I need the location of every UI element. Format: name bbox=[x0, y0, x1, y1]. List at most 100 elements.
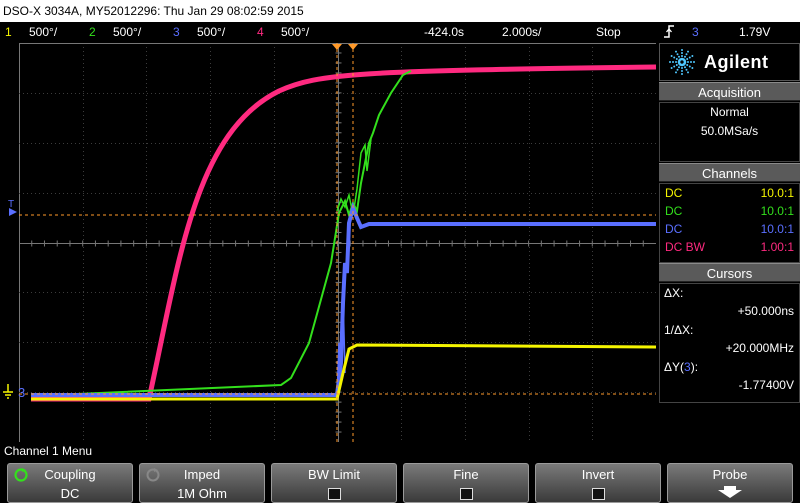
channel-row-2[interactable]: DC 10.0:1 bbox=[660, 202, 799, 220]
spark-dot bbox=[688, 65, 691, 68]
coupling-softkey[interactable]: Coupling DC bbox=[7, 463, 133, 503]
spark-dot bbox=[676, 68, 679, 71]
channel-row-1[interactable]: DC 10.0:1 bbox=[660, 184, 799, 202]
spark-dot bbox=[681, 73, 683, 75]
acquisition-mode: Normal bbox=[710, 105, 749, 119]
window-title: DSO-X 3034A, MY52012296: Thu Jan 29 08:0… bbox=[0, 0, 800, 22]
menu-title: Channel 1 Menu bbox=[0, 443, 800, 460]
ch2-scale[interactable]: 500°/ bbox=[113, 22, 141, 42]
spark-dot bbox=[675, 58, 678, 60]
info-panel: Agilent Acquisition Normal 50.0MSa/s Cha… bbox=[659, 43, 800, 442]
spark-dot bbox=[675, 61, 677, 63]
spark-dot bbox=[693, 61, 695, 63]
softkey-bar: Coupling DC Imped 1M Ohm BW Limit Fine I… bbox=[0, 460, 800, 503]
down-arrow-icon bbox=[668, 485, 792, 502]
invert-checkbox[interactable] bbox=[591, 488, 605, 500]
cursors-header[interactable]: Cursors bbox=[659, 263, 800, 282]
fine-label: Fine bbox=[453, 467, 479, 482]
spark-dot bbox=[681, 49, 683, 51]
acquisition-header[interactable]: Acquisition bbox=[659, 82, 800, 101]
ch1-coupling: DC bbox=[665, 186, 683, 200]
status-bar: 1 500°/ 2 500°/ 3 500°/ 4 500°/ -424.0s … bbox=[0, 22, 800, 42]
coupling-value: DC bbox=[60, 486, 80, 501]
spark-dot bbox=[673, 65, 676, 68]
ch4-probe: 1.00:1 bbox=[760, 240, 794, 254]
fine-checkbox[interactable] bbox=[459, 488, 473, 500]
delta-y-source: 3 bbox=[684, 360, 691, 374]
spark-dot bbox=[683, 59, 686, 62]
ch3-scale[interactable]: 500°/ bbox=[197, 22, 225, 42]
impedance-value: 1M Ohm bbox=[177, 486, 227, 501]
ch4-coupling: DC BW bbox=[665, 240, 705, 254]
ch3-coupling: DC bbox=[665, 222, 683, 236]
trigger-edge-icon bbox=[663, 24, 675, 45]
trigger-source[interactable]: 3 bbox=[692, 22, 699, 42]
ch4-number[interactable]: 4 bbox=[257, 22, 264, 42]
spark-dot bbox=[673, 56, 676, 59]
spark-dot bbox=[675, 50, 677, 53]
spark-dot bbox=[669, 61, 671, 63]
spark-dot bbox=[691, 55, 694, 57]
spark-dot bbox=[690, 61, 692, 63]
spark-dot bbox=[675, 71, 677, 74]
delta-x-label: ΔX: bbox=[664, 286, 684, 300]
delta-y-value: -1.77400V bbox=[738, 378, 794, 392]
spark-dot bbox=[688, 56, 691, 59]
invert-label: Invert bbox=[581, 467, 615, 482]
ch1-probe: 10.0:1 bbox=[760, 186, 794, 200]
ch1-number[interactable]: 1 bbox=[5, 22, 12, 42]
spark-dot bbox=[670, 67, 673, 69]
spark-dot bbox=[676, 53, 679, 56]
spark-dot bbox=[684, 55, 686, 58]
acquisition-section[interactable]: Normal 50.0MSa/s bbox=[659, 102, 800, 162]
spark-dot bbox=[685, 53, 688, 56]
impedance-label: Imped bbox=[183, 467, 221, 482]
spark-dot bbox=[670, 55, 673, 57]
delta-y-label: ΔY(3): bbox=[664, 360, 699, 374]
bw-limit-label: BW Limit bbox=[308, 467, 360, 482]
waveform-display[interactable] bbox=[19, 43, 656, 442]
sample-rate: 50.0MSa/s bbox=[700, 124, 759, 138]
spark-dot bbox=[687, 50, 689, 53]
channels-section[interactable]: DC 10.0:1 DC 10.0:1 DC 10.0:1 DC BW 1.00… bbox=[659, 183, 800, 263]
bw-limit-checkbox[interactable] bbox=[327, 488, 341, 500]
spark-dot bbox=[686, 58, 689, 60]
impedance-softkey[interactable]: Imped 1M Ohm bbox=[139, 463, 265, 503]
trigger-level-arrow bbox=[9, 208, 17, 216]
spark-dot bbox=[687, 71, 689, 74]
inverse-delta-x-label: 1/ΔX: bbox=[664, 323, 694, 337]
ch2-coupling: DC bbox=[665, 204, 683, 218]
channels-header[interactable]: Channels bbox=[659, 163, 800, 182]
ch2-probe: 10.0:1 bbox=[760, 204, 794, 218]
channel-row-3[interactable]: DC 10.0:1 bbox=[660, 220, 799, 238]
cursors-section[interactable]: ΔX: +50.000ns 1/ΔX: +20.000MHz ΔY(3): -1… bbox=[659, 283, 800, 403]
spark-dot bbox=[678, 55, 680, 58]
trigger-level[interactable]: 1.79V bbox=[739, 22, 770, 42]
invert-softkey[interactable]: Invert bbox=[535, 463, 661, 503]
delta-x-value: +50.000ns bbox=[737, 304, 794, 318]
spark-dot bbox=[675, 64, 678, 66]
spark-dot bbox=[678, 66, 680, 69]
ch3-ground-marker[interactable]: 3 bbox=[18, 385, 25, 400]
ch2-number[interactable]: 2 bbox=[89, 22, 96, 42]
spark-dot bbox=[686, 64, 689, 66]
channel-row-4[interactable]: DC BW 1.00:1 bbox=[660, 238, 799, 256]
ch1-scale[interactable]: 500°/ bbox=[29, 22, 57, 42]
spark-dot bbox=[681, 70, 683, 72]
spark-dot bbox=[681, 55, 683, 57]
spark-dot bbox=[684, 66, 686, 69]
timebase[interactable]: 2.000s/ bbox=[502, 22, 541, 42]
spark-dot bbox=[691, 67, 694, 69]
fine-softkey[interactable]: Fine bbox=[403, 463, 529, 503]
probe-softkey[interactable]: Probe bbox=[667, 463, 793, 503]
ch3-number[interactable]: 3 bbox=[173, 22, 180, 42]
horizontal-delay[interactable]: -424.0s bbox=[424, 22, 464, 42]
inverse-delta-x-value: +20.000MHz bbox=[725, 341, 794, 355]
bw-limit-softkey[interactable]: BW Limit bbox=[271, 463, 397, 503]
ch4-scale[interactable]: 500°/ bbox=[281, 22, 309, 42]
spark-dot bbox=[685, 68, 688, 71]
run-state[interactable]: Stop bbox=[596, 22, 621, 42]
spark-dot bbox=[687, 61, 689, 63]
agilent-spark-icon bbox=[660, 44, 704, 80]
coupling-label: Coupling bbox=[44, 467, 96, 482]
